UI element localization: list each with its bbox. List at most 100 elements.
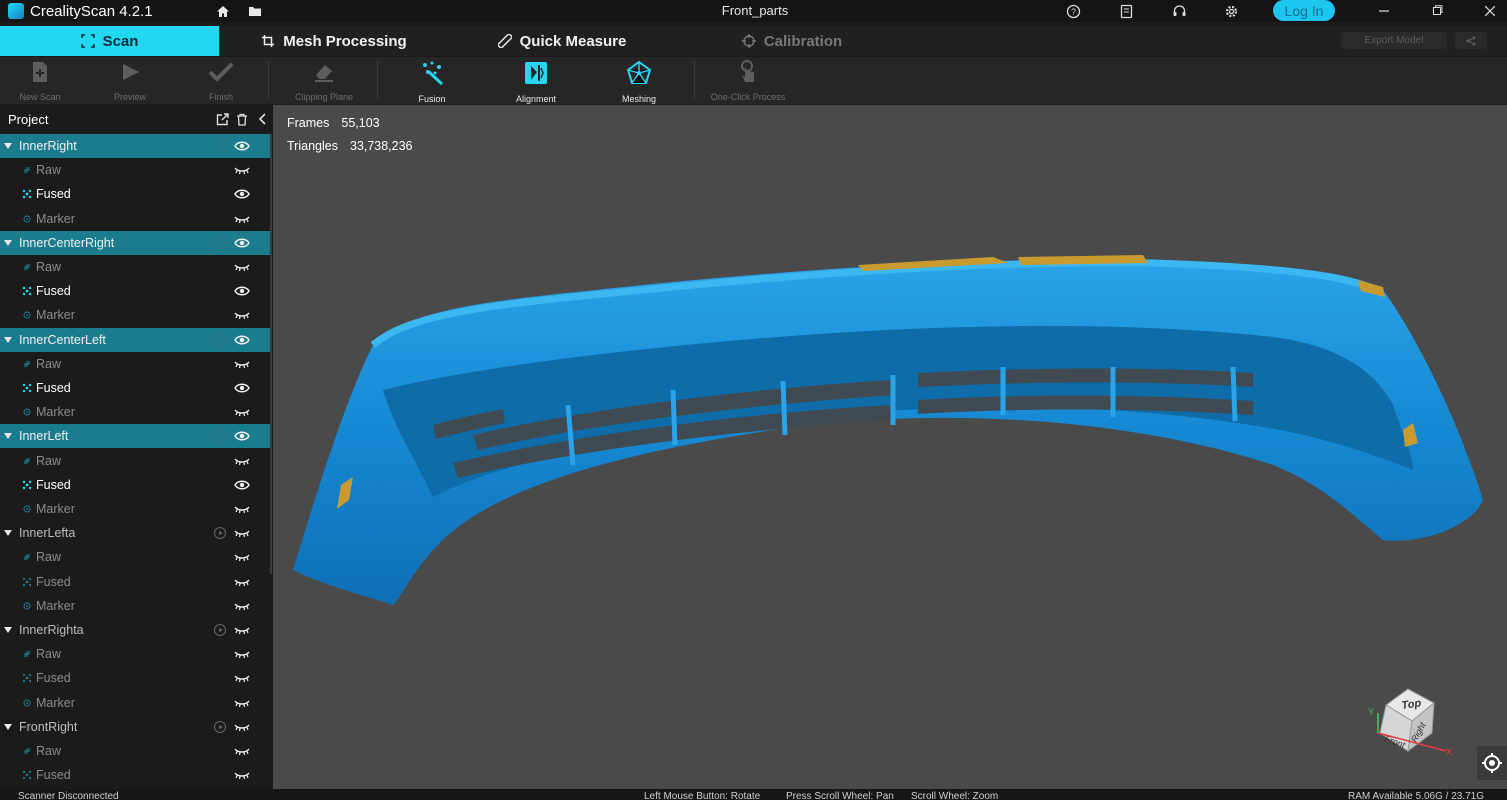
tree-child-row[interactable]: Marker (0, 594, 270, 618)
meshing-button[interactable]: Meshing (599, 60, 679, 104)
eye-closed-icon[interactable] (234, 648, 250, 660)
eye-open-icon[interactable] (234, 237, 250, 249)
tree-group-row[interactable]: InnerRight (0, 134, 270, 158)
scan-status-icon[interactable] (214, 140, 226, 152)
tab-calibration[interactable]: Calibration (676, 26, 908, 56)
eye-closed-icon[interactable] (234, 697, 250, 709)
tree-child-row[interactable]: Fused (0, 376, 270, 400)
alignment-button[interactable]: Alignment (496, 60, 576, 104)
tree-group-row[interactable]: InnerCenterRight (0, 230, 270, 255)
play-scan-icon[interactable] (214, 720, 226, 733)
eye-closed-icon[interactable] (234, 261, 250, 273)
home-icon[interactable] (214, 2, 232, 20)
eye-open-icon[interactable] (234, 382, 250, 394)
eye-closed-icon[interactable] (234, 358, 250, 370)
eye-open-icon[interactable] (234, 285, 250, 297)
3d-viewport[interactable]: Frames 55,103 Triangles 33,738,236 Top F… (273, 105, 1507, 790)
eye-closed-icon[interactable] (234, 455, 250, 467)
eye-open-icon[interactable] (234, 140, 250, 152)
share-button[interactable] (1455, 32, 1487, 49)
eye-open-icon[interactable] (234, 188, 250, 200)
fusion-button[interactable]: Fusion (392, 60, 472, 104)
tree-group-row[interactable]: InnerCenterLeft (0, 327, 270, 352)
tree-child-row[interactable]: Fused (0, 570, 270, 594)
tree-child-row[interactable]: Raw (0, 449, 270, 473)
tree-child-row[interactable]: Fused (0, 279, 270, 303)
expand-caret-icon[interactable] (4, 239, 12, 246)
clipping-plane-button[interactable]: Clipping Plane (284, 60, 364, 102)
eye-open-icon[interactable] (234, 430, 250, 442)
reset-view-button[interactable] (1477, 746, 1507, 780)
tree-child-row[interactable]: Marker (0, 303, 270, 327)
tree-child-row[interactable]: Marker (0, 691, 270, 715)
new-scan-button[interactable]: New Scan (0, 60, 80, 102)
one-click-process-button[interactable]: One-Click Process (708, 60, 788, 102)
tree-child-row[interactable]: Raw (0, 545, 270, 569)
eye-closed-icon[interactable] (234, 551, 250, 563)
login-button[interactable]: Log In (1273, 0, 1335, 21)
eye-closed-icon[interactable] (234, 721, 250, 733)
sidebar-scrollbar[interactable] (270, 134, 272, 574)
eye-closed-icon[interactable] (234, 769, 250, 781)
tree-child-row[interactable]: Fused (0, 182, 270, 206)
eye-closed-icon[interactable] (234, 164, 250, 176)
expand-caret-icon[interactable] (4, 723, 12, 730)
tree-child-row[interactable]: Fused (0, 666, 270, 690)
eye-open-icon[interactable] (234, 479, 250, 491)
tree-child-row[interactable]: Marker (0, 400, 270, 424)
tree-group-row[interactable]: FrontRight (0, 715, 270, 739)
eye-closed-icon[interactable] (234, 406, 250, 418)
scan-status-icon[interactable] (214, 333, 226, 346)
tree-child-row[interactable]: Raw (0, 158, 270, 182)
eye-closed-icon[interactable] (234, 672, 250, 684)
settings-gear-icon[interactable] (1222, 2, 1240, 20)
expand-caret-icon[interactable] (4, 336, 12, 343)
scanned-bumper-mesh[interactable] (273, 105, 1507, 790)
export-model-button[interactable]: Export Model (1341, 32, 1447, 49)
eye-closed-icon[interactable] (234, 503, 250, 515)
import-icon[interactable] (214, 111, 230, 127)
tree-child-row[interactable]: Marker (0, 207, 270, 231)
play-scan-icon[interactable] (214, 624, 226, 636)
tree-child-row[interactable]: Fused (0, 763, 270, 787)
tree-group-row[interactable]: InnerRighta (0, 618, 270, 642)
tree-child-row[interactable]: Marker (0, 497, 270, 521)
trash-icon[interactable] (234, 111, 250, 127)
eye-closed-icon[interactable] (234, 213, 250, 225)
eye-closed-icon[interactable] (234, 600, 250, 612)
eye-open-icon[interactable] (234, 334, 250, 346)
tree-group-row[interactable]: InnerLeft (0, 424, 270, 449)
play-scan-icon[interactable] (214, 527, 226, 540)
collapse-panel-icon[interactable] (254, 111, 270, 127)
scan-status-icon[interactable] (214, 430, 226, 443)
notes-icon[interactable] (1117, 2, 1135, 20)
expand-caret-icon[interactable] (4, 627, 12, 633)
tree-child-row[interactable]: Raw (0, 352, 270, 376)
folder-icon[interactable] (246, 2, 264, 20)
eye-closed-icon[interactable] (234, 576, 250, 588)
minimize-icon[interactable] (1369, 0, 1399, 21)
tab-quick-measure[interactable]: Quick Measure (449, 26, 675, 56)
preview-button[interactable]: Preview (90, 60, 170, 102)
tree-child-row[interactable]: Fused (0, 473, 270, 497)
close-icon[interactable] (1475, 0, 1505, 21)
tab-scan[interactable]: Scan (0, 26, 219, 56)
tab-mesh-processing[interactable]: Mesh Processing (220, 26, 448, 56)
expand-caret-icon[interactable] (4, 530, 12, 537)
tree-group-row[interactable]: InnerLefta (0, 521, 270, 545)
expand-caret-icon[interactable] (4, 143, 12, 149)
finish-button[interactable]: Finish (181, 60, 261, 102)
help-icon[interactable]: ? (1064, 2, 1082, 20)
eye-closed-icon[interactable] (234, 527, 250, 539)
view-cube[interactable]: Top Front Right Y X (1358, 683, 1468, 763)
eye-closed-icon[interactable] (234, 624, 250, 636)
eye-closed-icon[interactable] (234, 309, 250, 321)
tree-child-row[interactable]: Raw (0, 255, 270, 279)
support-headset-icon[interactable] (1170, 2, 1188, 20)
tree-child-row[interactable]: Raw (0, 642, 270, 666)
expand-caret-icon[interactable] (4, 433, 12, 440)
eye-closed-icon[interactable] (234, 745, 250, 757)
scan-status-icon[interactable] (214, 236, 226, 249)
tree-child-row[interactable]: Raw (0, 739, 270, 763)
restore-icon[interactable] (1422, 0, 1452, 21)
